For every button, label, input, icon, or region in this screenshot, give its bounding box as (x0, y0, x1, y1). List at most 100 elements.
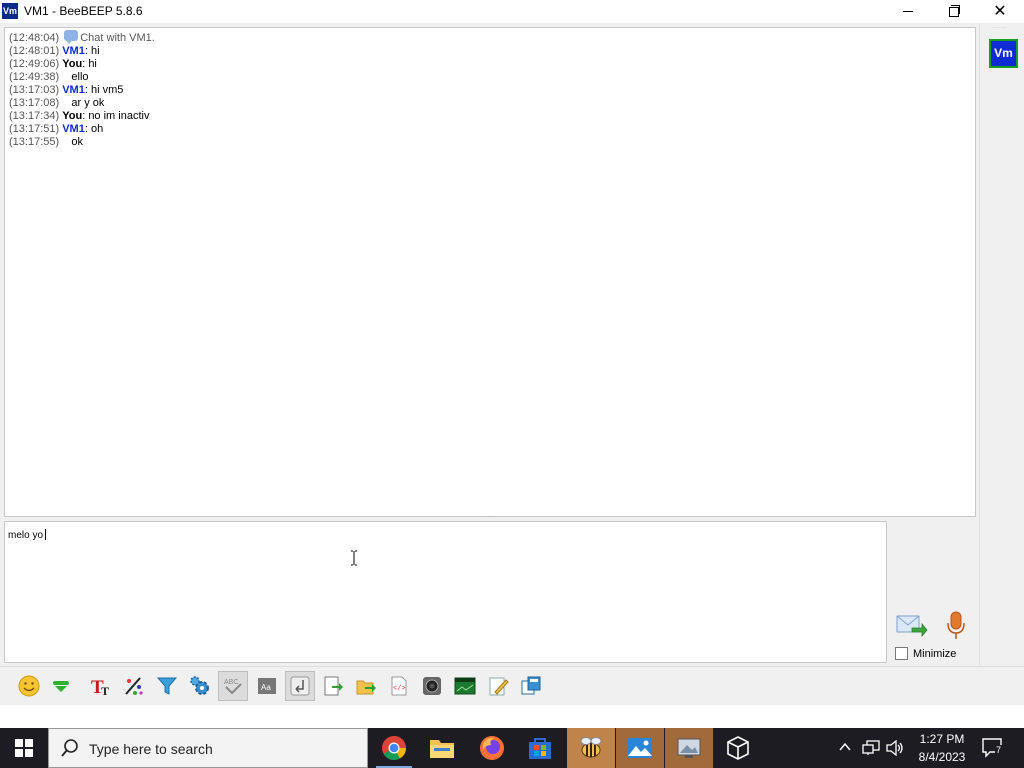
panel-grip[interactable]: ····· (992, 25, 1012, 31)
action-center-button[interactable]: 7 (982, 738, 1004, 758)
minimize-option[interactable]: Minimize (895, 647, 956, 660)
minimize-icon (903, 11, 913, 12)
html-button[interactable]: </> (384, 671, 414, 701)
taskbar-app-file-explorer[interactable] (418, 728, 466, 768)
message-text: ar y ok (71, 97, 105, 109)
chat-message: (13:17:03) VM1: hi vm5 (9, 84, 124, 96)
chat-message: (13:17:34) You: no im inactiv (9, 110, 150, 122)
save-chat-icon (324, 676, 343, 696)
timestamp: (13:17:34) (9, 110, 60, 122)
window-title: VM1 - BeeBEEP 5.8.6 (24, 4, 143, 18)
save-chat-button[interactable] (318, 671, 348, 701)
settings-button[interactable] (185, 671, 215, 701)
minimize-label: Minimize (913, 647, 957, 660)
enter-key-button[interactable] (285, 671, 315, 701)
start-button[interactable] (0, 728, 48, 768)
message-input[interactable]: melo yo (4, 521, 887, 663)
message-input-value: melo yo (8, 530, 44, 541)
network-icon[interactable] (862, 740, 880, 756)
folder-icon (430, 740, 454, 758)
timestamp: (12:48:04) (9, 32, 60, 44)
taskbar-app-store[interactable] (516, 728, 564, 768)
filter-icon (156, 677, 178, 695)
timestamp: (13:17:03) (9, 84, 60, 96)
message-text: no im inactiv (88, 110, 150, 122)
taskbar-clock[interactable]: 1:27 PM 8/4/2023 (912, 730, 972, 766)
taskbar-app-firefox[interactable] (468, 728, 516, 768)
windows-logo-icon (15, 739, 33, 757)
message-sender: You (62, 58, 83, 70)
spellcheck-icon: ABC (224, 679, 242, 695)
restore-icon (949, 4, 960, 17)
message-sender: You (62, 110, 83, 122)
minimize-checkbox[interactable] (895, 647, 908, 660)
title-bar: Vm VM1 - BeeBEEP 5.8.6 ✕ (0, 0, 1024, 23)
send-message-icon[interactable] (896, 611, 928, 639)
message-text: ello (71, 71, 89, 83)
store-icon (529, 738, 551, 759)
svg-text:</>: </> (393, 685, 406, 693)
search-placeholder: Type here to search (89, 741, 213, 757)
html-icon: </> (391, 676, 407, 696)
close-window-button[interactable]: ✕ (977, 0, 1023, 23)
message-text: oh (90, 123, 104, 135)
group-chat-button[interactable] (450, 671, 480, 701)
photos-icon (628, 738, 652, 758)
search-icon (61, 739, 78, 757)
spellcheck-button[interactable]: ABC (218, 671, 248, 701)
detach-chat-button[interactable] (516, 671, 546, 701)
emoticons-icon (18, 675, 40, 697)
clear-chat-icon (489, 677, 509, 696)
message-sender: VM1 (62, 84, 85, 96)
word-completion-button[interactable]: Aa (252, 671, 282, 701)
splitter-handle[interactable]: ····· (482, 514, 496, 520)
minimize-window-button[interactable] (885, 0, 931, 23)
taskbar-app-chrome[interactable] (370, 728, 418, 768)
svg-text:Aa: Aa (261, 683, 271, 692)
users-side-panel: ····· Vm (979, 23, 1024, 665)
collapse-button[interactable] (46, 671, 76, 701)
message-input-text[interactable]: melo yo (8, 529, 47, 541)
bee-icon (580, 737, 602, 758)
main-area: (12:48:04) Chat with VM1. (12:48:01) VM1… (0, 23, 1024, 705)
collapse-icon (53, 681, 69, 692)
taskbar: Type here to search 1:27 PM 8/4/2023 7 (0, 728, 1024, 768)
ibeam-cursor-icon (351, 550, 357, 566)
screen-capture-icon (677, 738, 701, 758)
restore-window-button[interactable] (931, 0, 977, 23)
timestamp: (12:49:06) (9, 58, 60, 70)
chat-message: (13:17:55) ok (5, 136, 975, 149)
message-text: hi (88, 58, 97, 70)
message-text: hi vm5 (90, 84, 124, 96)
font-color-icon (125, 677, 143, 695)
taskbar-app-screen-capture[interactable] (665, 728, 713, 768)
message-sender: VM1 (62, 123, 85, 135)
voice-message-icon[interactable] (944, 611, 968, 641)
filter-button[interactable] (152, 671, 182, 701)
taskbar-app-3d-viewer[interactable] (714, 728, 762, 768)
taskbar-search[interactable]: Type here to search (48, 728, 368, 768)
font-color-button[interactable] (119, 671, 149, 701)
screenshot-button[interactable] (417, 671, 447, 701)
chat-log[interactable]: (12:48:04) Chat with VM1. (12:48:01) VM1… (4, 27, 976, 517)
emoticons-button[interactable] (14, 671, 44, 701)
word-completion-icon: Aa (258, 678, 276, 694)
chat-toolbar: TT ABC Aa </> (0, 666, 1024, 705)
clock-date: 8/4/2023 (918, 750, 966, 764)
settings-icon (190, 676, 209, 695)
close-icon: ✕ (993, 2, 1007, 20)
font-button[interactable]: TT (86, 671, 116, 701)
chat-message: (13:17:51) VM1: oh (9, 123, 104, 135)
show-hidden-icons-icon[interactable] (838, 740, 852, 754)
chrome-icon (382, 736, 406, 761)
clear-chat-button[interactable] (483, 671, 513, 701)
taskbar-app-beebeep[interactable] (567, 728, 615, 768)
timestamp: (13:17:51) (9, 123, 60, 135)
cube-icon (727, 736, 749, 760)
notification-count: 7 (995, 745, 1003, 755)
user-avatar-vm1[interactable]: Vm (989, 39, 1018, 68)
taskbar-app-photos[interactable] (616, 728, 664, 768)
volume-icon[interactable] (886, 740, 904, 756)
send-file-button[interactable] (351, 671, 381, 701)
enter-key-icon (290, 676, 310, 696)
